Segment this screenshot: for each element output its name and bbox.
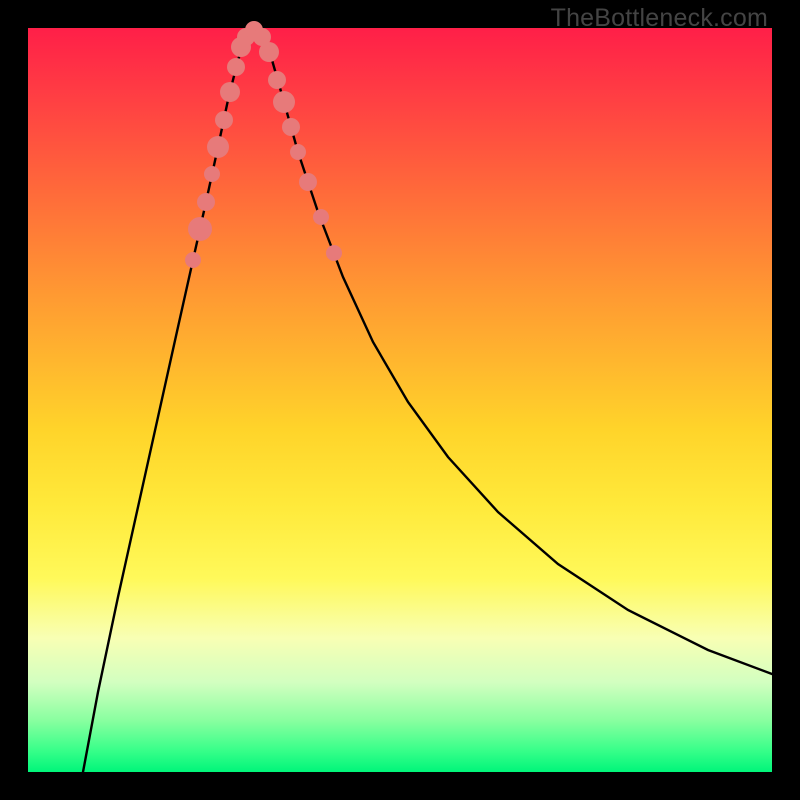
optimum-marker (207, 136, 229, 158)
optimum-marker (204, 166, 220, 182)
optimum-marker (282, 118, 300, 136)
optimum-marker (268, 71, 286, 89)
optimum-marker (299, 173, 317, 191)
optimum-marker (215, 111, 233, 129)
optimum-marker (273, 91, 295, 113)
optimum-marker (188, 217, 212, 241)
optimum-marker (227, 58, 245, 76)
optimum-marker (220, 82, 240, 102)
optimum-marker (313, 209, 329, 225)
chart-frame (28, 28, 772, 772)
optimum-marker (259, 42, 279, 62)
optimum-marker (290, 144, 306, 160)
optimum-marker (185, 252, 201, 268)
optimum-marker-group (185, 21, 342, 268)
chart-svg (28, 28, 772, 772)
optimum-marker (197, 193, 215, 211)
optimum-marker (326, 245, 342, 261)
bottleneck-curve (83, 30, 772, 772)
